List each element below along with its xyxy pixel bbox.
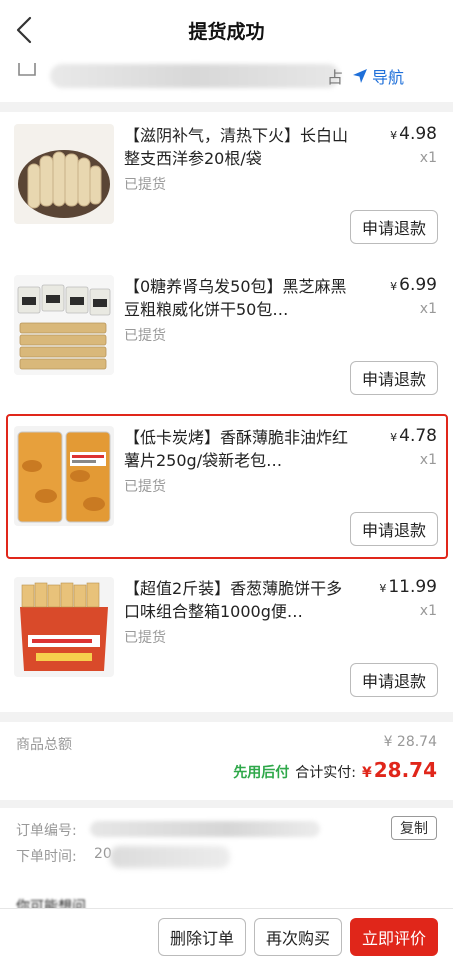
review-now-button[interactable]: 立即评价: [350, 918, 438, 956]
bottom-action-bar: 删除订单 再次购买 立即评价: [0, 908, 453, 964]
product-image[interactable]: [14, 124, 114, 224]
pickup-status: 已提货: [124, 479, 166, 495]
refund-button[interactable]: 申请退款: [350, 361, 438, 395]
navigate-button[interactable]: 导航: [352, 64, 404, 88]
pickup-status: 已提货: [124, 630, 166, 646]
product-quantity: x1: [419, 301, 437, 317]
order-info: 订单编号: 复制 下单时间: 20: [0, 808, 453, 898]
address-tail: 占: [327, 68, 344, 87]
pickup-status: 已提货: [124, 328, 166, 344]
refund-button[interactable]: 申请退款: [350, 512, 438, 546]
product-quantity: x1: [419, 603, 437, 619]
goods-total-value: ¥ 28.74: [383, 734, 437, 750]
refund-button[interactable]: 申请退款: [350, 663, 438, 697]
product-price: ¥11.99: [379, 577, 437, 597]
product-name[interactable]: 【低卡炭烤】香酥薄脆非油炸红薯片250g/袋新老包…: [124, 426, 354, 472]
goods-list: 【滋阴补气，清热下火】长白山整支西洋参20根/袋 已提货 ¥4.98 x1 申请…: [0, 112, 453, 712]
navigate-label: 导航: [372, 68, 405, 87]
price-summary: 商品总额 ¥ 28.74 先用后付 合计实付: ¥28.74: [0, 722, 453, 800]
product-name[interactable]: 【超值2斤装】香葱薄脆饼干多口味组合整箱1000g便…: [124, 577, 354, 623]
product-image[interactable]: [14, 426, 114, 526]
product-name[interactable]: 【0糖养肾乌发50包】黑芝麻黑豆粗粮威化饼干50包…: [124, 275, 354, 321]
product-price: ¥6.99: [390, 275, 437, 295]
paid-label: 合计实付:: [295, 765, 356, 781]
chevron-left-icon[interactable]: [10, 14, 40, 46]
product-image[interactable]: [14, 275, 114, 375]
paid-amount: ¥28.74: [361, 758, 437, 782]
store-icon: [17, 62, 37, 76]
product-quantity: x1: [419, 452, 437, 468]
order-time-blurred: [110, 846, 230, 868]
list-item[interactable]: 【低卡炭烤】香酥薄脆非油炸红薯片250g/袋新老包… 已提货 ¥4.78 x1 …: [0, 414, 453, 564]
delete-order-button[interactable]: 删除订单: [158, 918, 246, 956]
product-price: ¥4.78: [390, 426, 437, 446]
list-item[interactable]: 【0糖养肾乌发50包】黑芝麻黑豆粗粮威化饼干50包… 已提货 ¥6.99 x1 …: [0, 263, 453, 413]
pay-later-badge: 先用后付: [233, 765, 290, 781]
refund-button[interactable]: 申请退款: [350, 210, 438, 244]
top-bar: 提货成功: [0, 0, 453, 60]
order-number-blurred: [90, 821, 320, 837]
pickup-status: 已提货: [124, 177, 166, 193]
product-image[interactable]: [14, 577, 114, 677]
product-price: ¥4.98: [390, 124, 437, 144]
order-time-label: 下单时间:: [16, 849, 77, 865]
list-item[interactable]: 【滋阴补气，清热下火】长白山整支西洋参20根/袋 已提货 ¥4.98 x1 申请…: [0, 112, 453, 262]
product-name[interactable]: 【滋阴补气，清热下火】长白山整支西洋参20根/袋: [124, 124, 354, 170]
list-item[interactable]: 【超值2斤装】香葱薄脆饼干多口味组合整箱1000g便… 已提货 ¥11.99 x…: [0, 565, 453, 715]
product-quantity: x1: [419, 150, 437, 166]
pickup-address-card: 占 导航: [0, 60, 453, 102]
order-number-label: 订单编号:: [16, 823, 77, 839]
buy-again-button[interactable]: 再次购买: [254, 918, 342, 956]
paid-total-row: 先用后付 合计实付: ¥28.74: [233, 758, 437, 782]
location-arrow-icon: [353, 69, 367, 83]
goods-total-label: 商品总额: [16, 737, 72, 753]
address-blurred: [50, 64, 340, 88]
copy-button[interactable]: 复制: [391, 816, 437, 840]
page-title: 提货成功: [188, 20, 265, 43]
